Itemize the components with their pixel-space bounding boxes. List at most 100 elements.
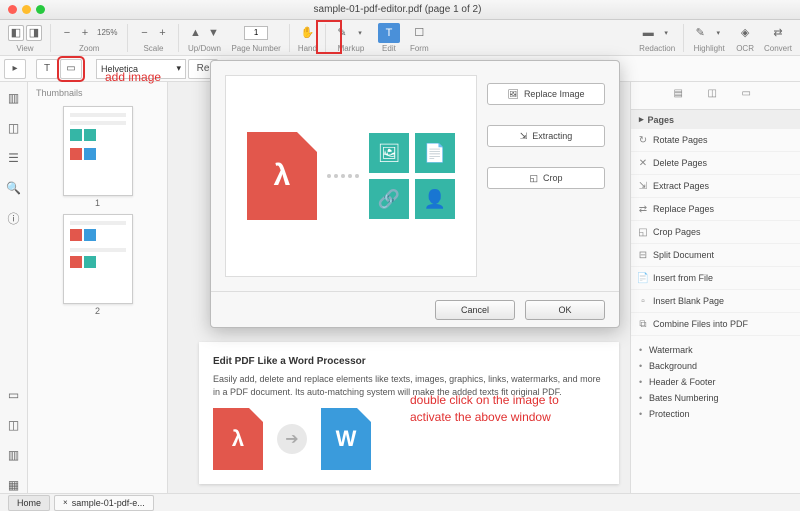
- markup-group[interactable]: ✎ ▾ Markup: [330, 23, 372, 53]
- split-document-item[interactable]: ⊟Split Document: [631, 244, 800, 267]
- form-icon[interactable]: ☐: [411, 25, 427, 41]
- document-tile-icon: 📄: [415, 133, 455, 173]
- view-mode-4-icon[interactable]: ▦: [6, 477, 22, 493]
- edit-icon[interactable]: T: [381, 25, 397, 41]
- pages-section-header[interactable]: ▸Pages: [631, 110, 800, 129]
- image-preview-area: λ 🖼 📄 🔗 👤: [225, 75, 477, 277]
- crop-button[interactable]: ◱Crop: [487, 167, 605, 189]
- crop-pages-item[interactable]: ◱Crop Pages: [631, 221, 800, 244]
- background-item[interactable]: Background: [631, 358, 800, 374]
- font-select-caret-icon: ▾: [176, 63, 181, 74]
- hand-group[interactable]: ✋ Hand: [294, 23, 321, 53]
- page-tab-icon[interactable]: ▤: [674, 88, 690, 104]
- outline-tab-icon[interactable]: ☰: [6, 150, 22, 166]
- combine-files-item[interactable]: ⧉Combine Files into PDF: [631, 313, 800, 336]
- person-tile-icon: 👤: [415, 179, 455, 219]
- delete-pages-item[interactable]: ✕Delete Pages: [631, 152, 800, 175]
- page-up-icon[interactable]: ▲: [187, 25, 203, 41]
- view-group: ◧ ◨ View: [4, 23, 46, 53]
- view-mode-3-icon[interactable]: ▥: [6, 447, 22, 463]
- view-mode-1-icon[interactable]: ▭: [6, 387, 22, 403]
- toggle-panel-button[interactable]: ▸: [4, 59, 26, 79]
- markup-dropdown-icon[interactable]: ▾: [352, 25, 368, 41]
- form-group[interactable]: ☐ Form: [406, 23, 433, 53]
- replace-pages-item[interactable]: ⇄Replace Pages: [631, 198, 800, 221]
- updown-label: Up/Down: [188, 44, 221, 53]
- info-tab-icon[interactable]: ⓘ: [6, 210, 22, 226]
- bookmarks-tab-icon[interactable]: ◫: [6, 120, 22, 136]
- edit-tab-icon[interactable]: ◫: [708, 88, 724, 104]
- view-mode-2-icon[interactable]: ◫: [6, 417, 22, 433]
- right-panel: ▤ ◫ ▭ ▸Pages ↻Rotate Pages ✕Delete Pages…: [630, 82, 800, 493]
- document-tab[interactable]: × sample-01-pdf-e...: [54, 495, 154, 511]
- close-window-icon[interactable]: [8, 5, 17, 14]
- redaction-dropdown-icon[interactable]: ▾: [658, 25, 674, 41]
- home-tab[interactable]: Home: [8, 495, 50, 511]
- page-down-icon[interactable]: ▼: [205, 25, 221, 41]
- dots-icon: [327, 174, 359, 178]
- page-number-label: Page Number: [231, 44, 280, 53]
- minimize-window-icon[interactable]: [22, 5, 31, 14]
- thumbnails-panel: Thumbnails 1 2: [28, 82, 168, 493]
- search-tab-icon[interactable]: 🔍: [6, 180, 22, 196]
- rotate-pages-item[interactable]: ↻Rotate Pages: [631, 129, 800, 152]
- replace-image-button[interactable]: 🖼Replace Image: [487, 83, 605, 105]
- thumbnail-page-2[interactable]: [63, 214, 133, 304]
- header-footer-item[interactable]: Header & Footer: [631, 374, 800, 390]
- extract-pages-item[interactable]: ⇲Extract Pages: [631, 175, 800, 198]
- zoom-value[interactable]: 125%: [95, 28, 119, 37]
- add-image-button[interactable]: ▭: [60, 59, 82, 79]
- zoom-out-icon[interactable]: −: [59, 25, 75, 41]
- convert-label: Convert: [764, 44, 792, 53]
- window-controls: [0, 5, 45, 14]
- scale-down-icon[interactable]: −: [136, 25, 152, 41]
- ok-button[interactable]: OK: [525, 300, 605, 320]
- edit-label: Edit: [382, 44, 396, 53]
- scale-up-icon[interactable]: +: [154, 25, 170, 41]
- zoom-in-icon[interactable]: +: [77, 25, 93, 41]
- crop-icon: ◱: [637, 226, 649, 238]
- page-number-input[interactable]: [244, 26, 268, 40]
- thumbnails-tab-icon[interactable]: ▥: [6, 90, 22, 106]
- markup-icon[interactable]: ✎: [334, 25, 350, 41]
- convert-graphic: λ ➔ W: [213, 408, 605, 470]
- ocr-icon[interactable]: ◈: [737, 25, 753, 41]
- view-panel-left-icon[interactable]: ◧: [8, 25, 24, 41]
- markup-label: Markup: [338, 44, 365, 53]
- highlight-group[interactable]: ✎ ▾ Highlight: [688, 23, 730, 53]
- convert-group[interactable]: ⇄ Convert: [760, 23, 796, 53]
- zoom-window-icon[interactable]: [36, 5, 45, 14]
- hand-icon[interactable]: ✋: [299, 25, 315, 41]
- extract-icon: ⇲: [520, 131, 528, 142]
- insert-from-file-item[interactable]: 📄Insert from File: [631, 267, 800, 290]
- document-page: Edit PDF Like a Word Processor Easily ad…: [199, 342, 619, 484]
- cancel-button[interactable]: Cancel: [435, 300, 515, 320]
- scale-group: − + Scale: [132, 23, 174, 53]
- redaction-icon[interactable]: ▬: [640, 25, 656, 41]
- zoom-group: − + 125% Zoom: [55, 23, 123, 53]
- updown-group: ▲ ▼ Up/Down: [183, 23, 225, 53]
- word-file-icon: W: [321, 408, 371, 470]
- insert-blank-page-item[interactable]: ▫Insert Blank Page: [631, 290, 800, 313]
- edit-group[interactable]: T Edit: [374, 23, 404, 53]
- highlight-dropdown-icon[interactable]: ▾: [710, 25, 726, 41]
- right-panel-tabs: ▤ ◫ ▭: [631, 82, 800, 110]
- link-tile-icon: 🔗: [369, 179, 409, 219]
- redaction-group[interactable]: ▬ ▾ Redaction: [635, 23, 679, 53]
- convert-icon[interactable]: ⇄: [770, 25, 786, 41]
- text-edit-mode-button[interactable]: T: [36, 59, 58, 79]
- highlight-icon[interactable]: ✎: [692, 25, 708, 41]
- watermark-item[interactable]: Watermark: [631, 342, 800, 358]
- font-select[interactable]: Helvetica ▾: [96, 59, 186, 79]
- protection-item[interactable]: Protection: [631, 406, 800, 422]
- thumbnail-page-1[interactable]: [63, 106, 133, 196]
- bates-numbering-item[interactable]: Bates Numbering: [631, 390, 800, 406]
- page-number-group: Page Number: [227, 23, 284, 53]
- arrow-right-icon: ➔: [277, 424, 307, 454]
- ocr-group[interactable]: ◈ OCR: [732, 23, 758, 53]
- extracting-button[interactable]: ⇲Extracting: [487, 125, 605, 147]
- layout-tab-icon[interactable]: ▭: [742, 88, 758, 104]
- view-label: View: [16, 44, 33, 53]
- titlebar: sample-01-pdf-editor.pdf (page 1 of 2): [0, 0, 800, 20]
- view-panel-right-icon[interactable]: ◨: [26, 25, 42, 41]
